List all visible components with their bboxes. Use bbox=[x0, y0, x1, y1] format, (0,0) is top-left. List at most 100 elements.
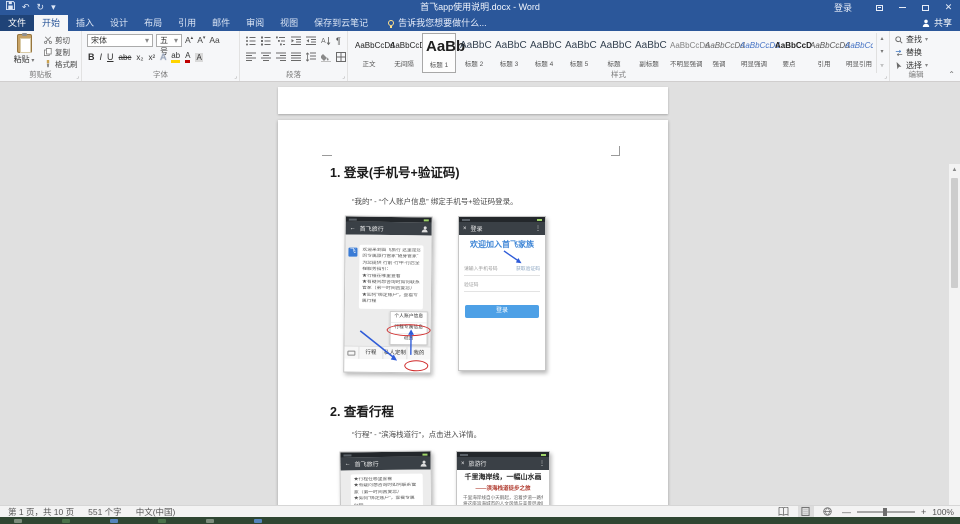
style-item[interactable]: AaBbCcDd 无间隔 bbox=[387, 33, 421, 73]
align-center-icon[interactable] bbox=[261, 52, 271, 62]
taskbar-icon[interactable] bbox=[62, 519, 70, 523]
change-case-button[interactable]: Aa bbox=[209, 35, 219, 45]
collapse-ribbon-icon[interactable]: ⌃ bbox=[948, 70, 955, 79]
document-canvas[interactable]: 1. 登录(手机号+验证码) “我的” - “个人账户信息” 绑定手机号+验证码… bbox=[0, 82, 960, 505]
font-family-select[interactable]: 宋体▾ bbox=[87, 34, 153, 47]
page-indicator[interactable]: 第 1 页，共 10 页 bbox=[8, 506, 74, 518]
login-button[interactable]: 登录 bbox=[465, 305, 539, 318]
style-item[interactable]: AaBb 标题 1 bbox=[422, 33, 456, 73]
minimize-button[interactable] bbox=[891, 0, 914, 15]
ribbon-tab[interactable]: 视图 bbox=[272, 15, 306, 31]
ribbon-tab[interactable]: 审阅 bbox=[238, 15, 272, 31]
font-color-button[interactable]: A bbox=[185, 52, 190, 63]
taskbar-icon[interactable] bbox=[254, 519, 262, 523]
ribbon-tab[interactable]: 邮件 bbox=[204, 15, 238, 31]
web-layout-button[interactable] bbox=[820, 506, 836, 517]
get-code-link[interactable]: 获取验证码 bbox=[516, 265, 540, 272]
sort-icon[interactable] bbox=[321, 36, 331, 46]
style-item[interactable]: AaBbC 标题 2 bbox=[457, 33, 491, 73]
taskbar-icon[interactable] bbox=[158, 519, 166, 523]
verification-code-field[interactable]: 验证码 bbox=[464, 277, 540, 292]
multilevel-list-icon[interactable] bbox=[276, 36, 286, 46]
zoom-out-button[interactable]: — bbox=[842, 507, 851, 517]
font-size-select[interactable]: 五号▾ bbox=[156, 34, 182, 47]
bold-button[interactable]: B bbox=[88, 52, 95, 62]
numbering-icon[interactable] bbox=[261, 36, 271, 46]
read-mode-button[interactable] bbox=[776, 506, 792, 517]
document-page[interactable]: 1. 登录(手机号+验证码) “我的” - “个人账户信息” 绑定手机号+验证码… bbox=[278, 120, 668, 505]
redo-icon[interactable]: ↻ bbox=[37, 0, 45, 15]
menu-popup-item[interactable]: 行程专属信息 bbox=[391, 323, 427, 334]
vertical-scrollbar[interactable]: ▲ bbox=[948, 164, 960, 505]
menu-popup-item[interactable]: 个人账户信息 bbox=[391, 312, 427, 323]
style-item[interactable]: AaBbCcDd 明显引用 bbox=[842, 33, 873, 73]
share-button[interactable]: 共享 bbox=[922, 15, 952, 31]
zoom-slider[interactable] bbox=[857, 511, 915, 513]
ribbon-tab[interactable]: 插入 bbox=[68, 15, 102, 31]
styles-dialog-launcher[interactable]: ⌟ bbox=[884, 73, 887, 80]
chat-menu-item[interactable]: 私人定制 bbox=[382, 347, 406, 359]
style-item[interactable]: AaBbC 副标题 bbox=[632, 33, 666, 73]
subscript-button[interactable]: x₂ bbox=[136, 53, 143, 62]
style-item[interactable]: AaBbCcDd 正文 bbox=[352, 33, 386, 73]
zoom-in-button[interactable]: + bbox=[921, 507, 926, 517]
maximize-button[interactable] bbox=[914, 0, 937, 15]
style-item[interactable]: AaBbC 标题 3 bbox=[492, 33, 526, 73]
chat-menu-item[interactable]: 我的 bbox=[406, 347, 430, 359]
ribbon-tab[interactable]: 布局 bbox=[136, 15, 170, 31]
character-shading-button[interactable]: A bbox=[195, 53, 202, 62]
zoom-level[interactable]: 100% bbox=[932, 507, 954, 517]
styles-scroll-up[interactable]: ▴ bbox=[877, 33, 887, 46]
justify-icon[interactable] bbox=[291, 52, 301, 62]
ribbon-tab[interactable]: 保存到云笔记 bbox=[306, 15, 376, 31]
taskbar-icon[interactable] bbox=[14, 519, 22, 523]
tab-file[interactable]: 文件 bbox=[0, 15, 34, 31]
taskbar-icon[interactable] bbox=[206, 519, 214, 523]
phone-number-field[interactable]: 请输入手机号码 获取验证码 bbox=[464, 261, 540, 276]
superscript-button[interactable]: x² bbox=[149, 53, 156, 62]
keyboard-icon[interactable] bbox=[347, 350, 355, 355]
sign-in-button[interactable]: 登录 bbox=[834, 1, 852, 14]
clipboard-dialog-launcher[interactable]: ⌟ bbox=[76, 73, 79, 80]
highlight-color-button[interactable]: ab bbox=[171, 52, 180, 63]
ribbon-tab[interactable]: 设计 bbox=[102, 15, 136, 31]
style-item[interactable]: AaBbCcDd 明显强调 bbox=[737, 33, 771, 73]
language-indicator[interactable]: 中文(中国) bbox=[136, 506, 176, 518]
shading-icon[interactable] bbox=[321, 52, 331, 62]
replace-button[interactable]: 替换 bbox=[895, 47, 922, 58]
align-left-icon[interactable] bbox=[246, 52, 256, 62]
style-item[interactable]: AaBbCcDd 不明显强调 bbox=[667, 33, 701, 73]
zoom-slider-knob[interactable] bbox=[883, 508, 887, 516]
align-right-icon[interactable] bbox=[276, 52, 286, 62]
menu-popup-item[interactable]: 返回 bbox=[390, 334, 426, 344]
style-item[interactable]: AaBbC 标题 4 bbox=[527, 33, 561, 73]
word-count[interactable]: 551 个字 bbox=[88, 506, 122, 518]
taskbar-icon[interactable] bbox=[110, 519, 118, 523]
show-marks-icon[interactable]: ¶ bbox=[336, 36, 341, 46]
scrollbar-thumb[interactable] bbox=[951, 178, 958, 288]
style-item[interactable]: AaBbC 标题 5 bbox=[562, 33, 596, 73]
text-effects-button[interactable]: A bbox=[160, 52, 166, 62]
ribbon-display-options-button[interactable] bbox=[868, 0, 891, 15]
strikethrough-button[interactable]: abc bbox=[119, 53, 132, 62]
copy-button[interactable]: 复制 bbox=[44, 46, 82, 58]
save-icon[interactable] bbox=[6, 0, 15, 15]
style-item[interactable]: AaBbC 标题 bbox=[597, 33, 631, 73]
qat-customize-icon[interactable]: ▾ bbox=[51, 0, 56, 15]
style-item[interactable]: AaBbCcDd 引用 bbox=[807, 33, 841, 73]
line-spacing-icon[interactable] bbox=[306, 52, 316, 62]
print-layout-button[interactable] bbox=[798, 506, 814, 517]
undo-icon[interactable]: ↶ bbox=[22, 0, 30, 15]
shrink-font-button[interactable]: A▾ bbox=[197, 35, 205, 45]
decrease-indent-icon[interactable] bbox=[291, 36, 301, 46]
font-dialog-launcher[interactable]: ⌟ bbox=[234, 73, 237, 80]
underline-button[interactable]: U bbox=[107, 52, 114, 62]
increase-indent-icon[interactable] bbox=[306, 36, 316, 46]
tell-me-box[interactable]: 告诉我您想要做什么... bbox=[388, 15, 487, 31]
ribbon-tab[interactable]: 引用 bbox=[170, 15, 204, 31]
italic-button[interactable]: I bbox=[100, 52, 103, 62]
cut-button[interactable]: 剪切 bbox=[44, 34, 82, 46]
bullets-icon[interactable] bbox=[246, 36, 256, 46]
close-button[interactable]: ✕ bbox=[937, 0, 960, 15]
paste-button[interactable]: 粘贴 ▾ bbox=[8, 34, 40, 70]
